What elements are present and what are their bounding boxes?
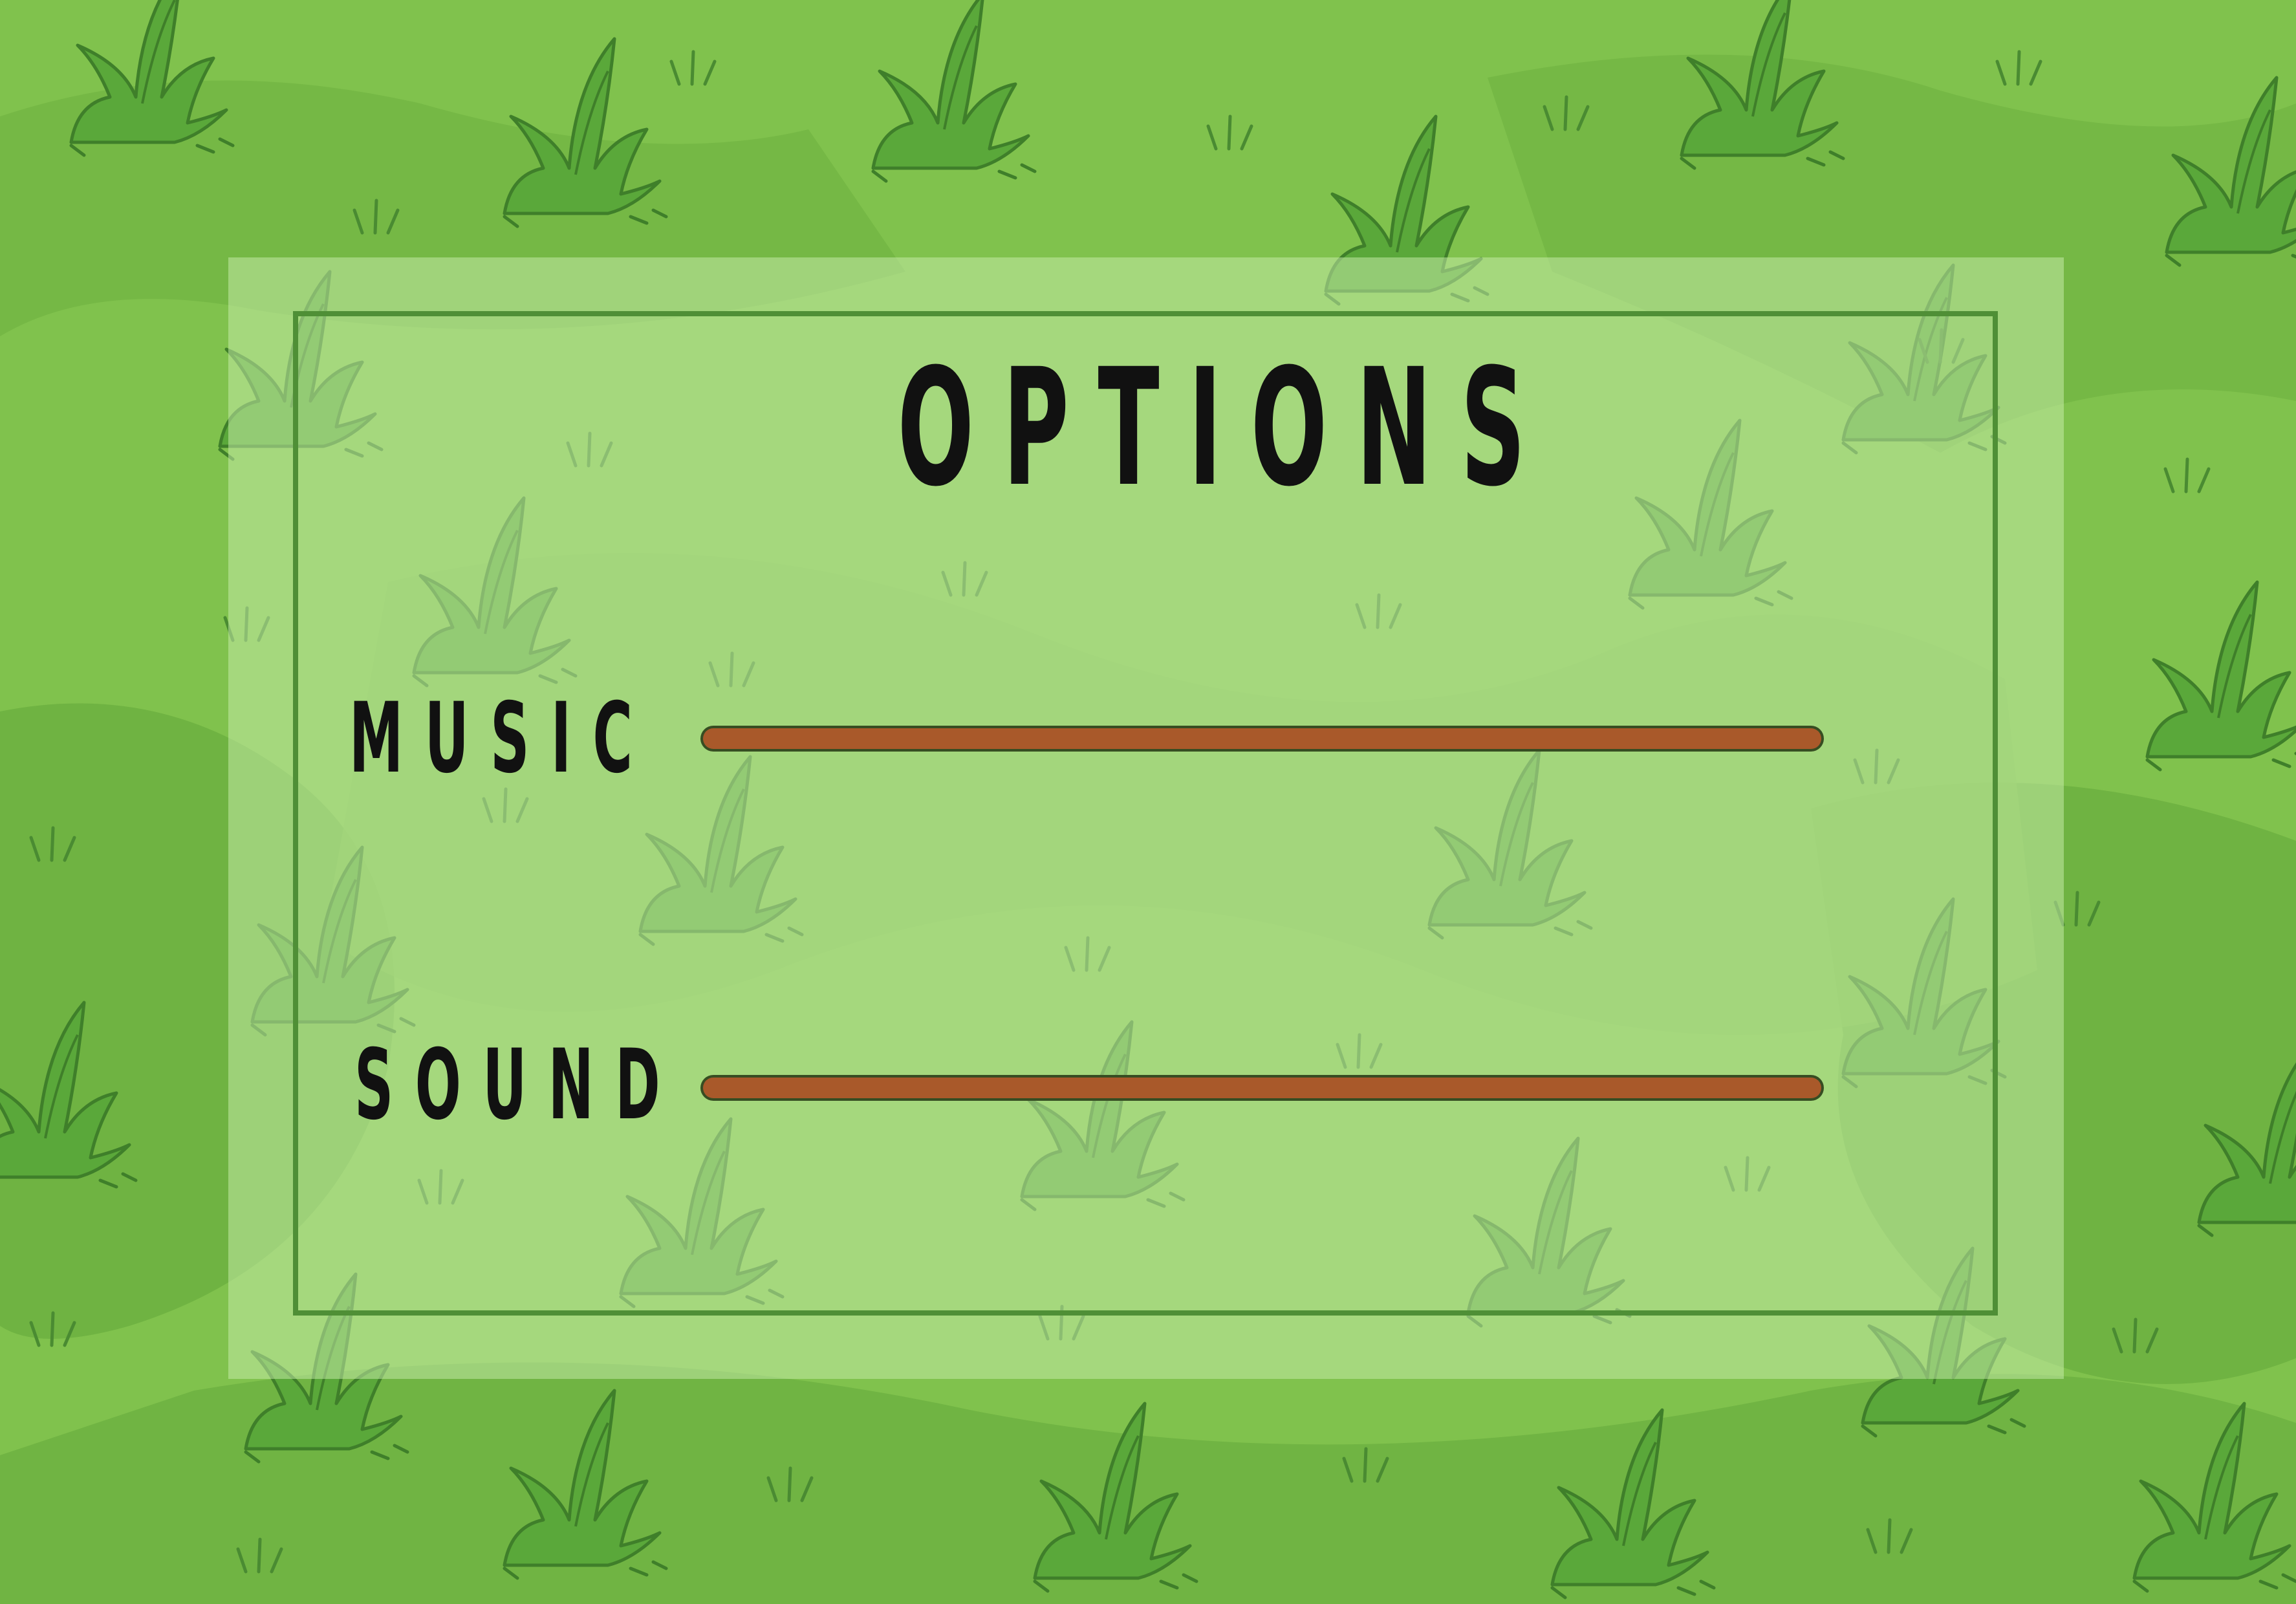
music-label: MUSIC (349, 682, 655, 795)
music-volume-slider[interactable] (700, 726, 1824, 752)
sound-volume-slider[interactable] (700, 1075, 1824, 1101)
options-screen: OPTIONS MUSIC SOUND (0, 0, 2296, 1604)
sound-label: SOUND (354, 1029, 682, 1142)
sound-volume-fill (703, 1078, 1821, 1098)
options-title: OPTIONS (897, 334, 1555, 522)
music-volume-fill (703, 728, 1821, 749)
